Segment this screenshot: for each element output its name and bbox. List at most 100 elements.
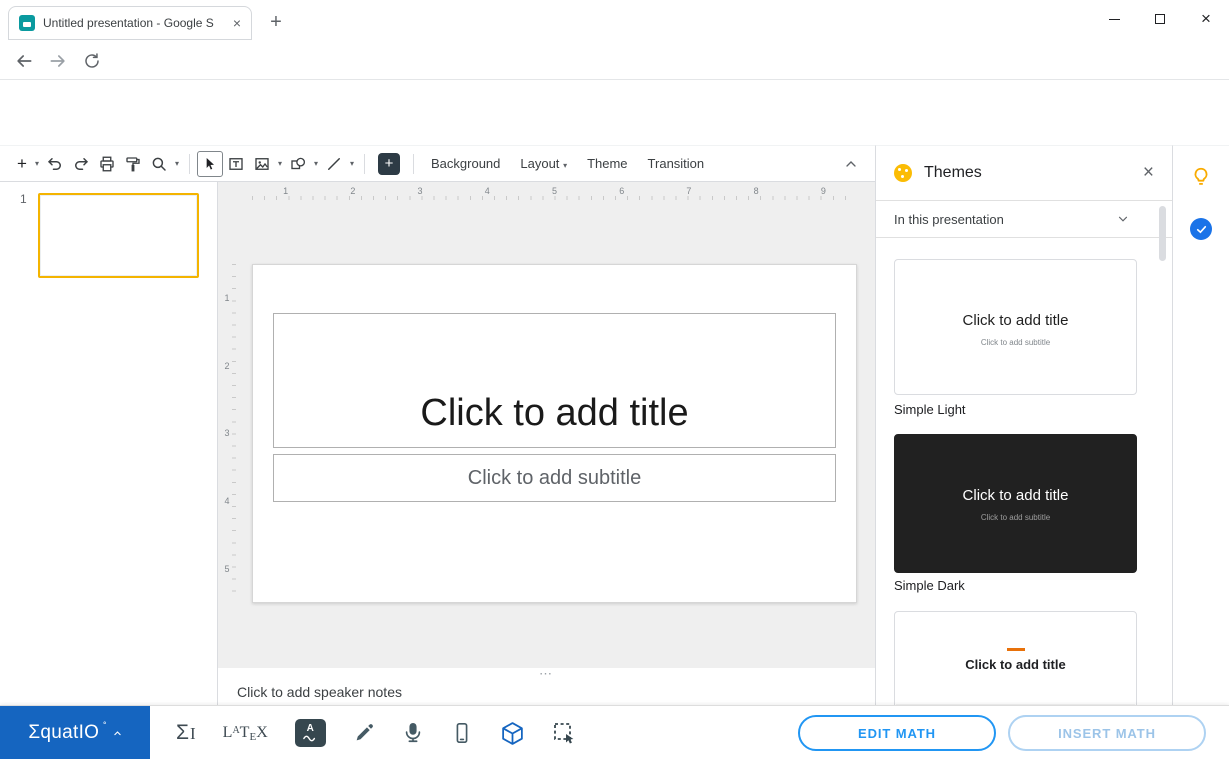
insert-image-button[interactable]: [249, 151, 275, 177]
editor-canvas: 1 2 3 4 5 6 7 8 9 1 2 3 4 5 Click to add: [218, 182, 875, 705]
refresh-button[interactable]: [80, 49, 104, 73]
chevron-down-icon[interactable]: [1116, 212, 1130, 226]
latex-editor-button[interactable]: L A T E X: [222, 724, 268, 743]
title-placeholder[interactable]: Click to add title: [273, 313, 836, 448]
undo-button[interactable]: [42, 151, 68, 177]
insert-line-button[interactable]: [321, 151, 347, 177]
speaker-notes-placeholder[interactable]: Click to add speaker notes: [237, 684, 402, 700]
theme-preview-title: Click to add title: [962, 487, 1069, 504]
handwriting-a-icon: A: [306, 723, 314, 734]
line-dropdown-icon[interactable]: ▾: [347, 159, 357, 168]
print-icon: [100, 156, 114, 171]
window-close-button[interactable]: ×: [1183, 0, 1229, 38]
new-slide-dropdown-icon[interactable]: ▾: [32, 159, 42, 168]
refresh-icon: [85, 53, 99, 68]
zoom-dropdown-icon[interactable]: ▾: [172, 159, 182, 168]
layout-button[interactable]: Layout ▾: [510, 150, 577, 177]
equatio-toolbar: ΣquatIO ˚ Σ I L A T E X A EDIT MATH INSE…: [0, 705, 1229, 759]
paint-format-icon: [126, 156, 140, 171]
latex-letter: X: [256, 724, 268, 741]
edit-math-button[interactable]: EDIT MATH: [798, 715, 996, 751]
slide-canvas[interactable]: Click to add title Click to add subtitle: [252, 264, 857, 603]
redo-icon: [75, 157, 88, 170]
tab-close-icon[interactable]: ×: [233, 15, 241, 31]
ruler-number: 5: [224, 564, 230, 575]
close-icon: ×: [1201, 9, 1211, 28]
ruler-number: 7: [686, 186, 692, 196]
screenshot-icon: [553, 723, 574, 744]
mobile-input-button[interactable]: [451, 722, 473, 744]
theme-card-simple-dark[interactable]: Click to add title Click to add subtitle: [894, 434, 1137, 573]
handwriting-recognition-button[interactable]: A: [294, 719, 326, 747]
speech-input-button[interactable]: [402, 722, 424, 744]
themes-close-button[interactable]: ×: [1143, 162, 1154, 184]
insert-math-button[interactable]: INSERT MATH: [1008, 715, 1206, 751]
side-panel-strip: [1172, 145, 1229, 705]
theme-name-label: Simple Light: [894, 402, 966, 417]
theme-button[interactable]: Theme: [577, 150, 637, 177]
select-tool-button[interactable]: [197, 150, 223, 177]
print-button[interactable]: [94, 151, 120, 177]
back-button[interactable]: [12, 49, 36, 73]
horizontal-ruler: 1 2 3 4 5 6 7 8 9: [218, 182, 875, 200]
toolbar-divider: [413, 153, 414, 174]
redo-button[interactable]: [68, 151, 94, 177]
undo-icon: [48, 157, 61, 170]
image-dropdown-icon[interactable]: ▾: [275, 159, 285, 168]
sigma-icon: Σ: [176, 721, 189, 744]
ruler-number: 5: [551, 186, 557, 196]
text-box-button[interactable]: [223, 151, 249, 177]
browser-navbar: docs.google.com/presentation/d/1Y94QrHIE…: [0, 40, 1229, 114]
new-tab-button[interactable]: +: [262, 8, 290, 36]
equatio-insert-button[interactable]: +: [378, 152, 400, 175]
new-slide-button[interactable]: +: [12, 154, 32, 174]
paint-format-button[interactable]: [120, 151, 146, 177]
slide-thumbnail[interactable]: [38, 193, 199, 278]
ruler-number: 3: [224, 428, 230, 439]
layout-dropdown-icon: ▾: [563, 161, 568, 170]
themes-scrollbar[interactable]: [1159, 206, 1166, 261]
theme-preview-subtitle: Click to add subtitle: [980, 513, 1051, 522]
ruler-number: 1: [283, 186, 289, 196]
freehand-draw-button[interactable]: [353, 722, 375, 744]
themes-palette-icon: [894, 164, 912, 182]
equatio-logo-mark: ˚: [103, 721, 107, 733]
ruler-number: 2: [350, 186, 356, 196]
theme-card-third[interactable]: Click to add title: [894, 611, 1137, 705]
tasks-icon[interactable]: [1190, 218, 1212, 240]
equatio-logo-button[interactable]: ΣquatIO ˚: [0, 706, 150, 759]
slide-filmstrip: 1: [0, 182, 218, 705]
subtitle-placeholder-text: Click to add subtitle: [467, 466, 642, 489]
equation-editor-button[interactable]: Σ I: [176, 721, 196, 745]
equatio-logo-text: ΣquatIO: [28, 722, 100, 743]
subtitle-placeholder[interactable]: Click to add subtitle: [273, 454, 836, 502]
theme-card-simple-light[interactable]: Click to add title Click to add subtitle: [894, 259, 1137, 395]
zoom-button[interactable]: [146, 151, 172, 177]
back-icon: [17, 55, 32, 67]
background-button[interactable]: Background: [421, 150, 510, 177]
slides-favicon-icon: [19, 15, 35, 31]
latex-letter: L: [222, 724, 233, 741]
themes-section-row[interactable]: In this presentation: [876, 201, 1172, 238]
maximize-icon: [1155, 14, 1165, 24]
chevron-up-icon: [113, 729, 122, 738]
collapse-toolbar-button[interactable]: [843, 156, 859, 172]
zoom-icon: [152, 157, 166, 171]
theme-preview-subtitle: Click to add subtitle: [980, 338, 1051, 347]
forward-button[interactable]: [46, 49, 70, 73]
speaker-notes-area[interactable]: ⋯ Click to add speaker notes: [218, 666, 875, 705]
toolbar-divider: [364, 153, 365, 174]
theme-accent-bar: [1006, 648, 1025, 651]
transition-button[interactable]: Transition: [638, 150, 715, 177]
insert-shape-button[interactable]: [285, 151, 311, 177]
keep-icon[interactable]: [1190, 166, 1212, 188]
window-minimize-button[interactable]: [1091, 0, 1137, 38]
shape-dropdown-icon[interactable]: ▾: [311, 159, 321, 168]
geometry-tool-button[interactable]: [500, 721, 525, 746]
window-maximize-button[interactable]: [1137, 0, 1183, 38]
screenshot-reader-button[interactable]: [552, 721, 576, 745]
browser-window: Untitled presentation - Google S × + × d…: [0, 0, 1229, 759]
wave-icon: [303, 735, 316, 742]
browser-tab[interactable]: Untitled presentation - Google S ×: [8, 6, 252, 40]
notes-resize-handle[interactable]: ⋯: [218, 666, 875, 682]
